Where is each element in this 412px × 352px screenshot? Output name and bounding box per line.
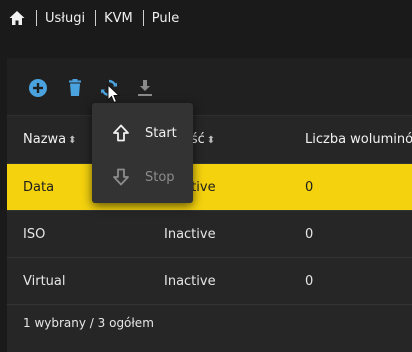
sort-icon: ⬍ (206, 135, 216, 146)
add-icon (29, 79, 47, 97)
delete-button[interactable] (65, 78, 85, 98)
table-row[interactable]: ISO Inactive 0 (7, 211, 412, 258)
pools-table: Nazwa⬍ wność⬍ Liczba woluminów Data Inac… (7, 116, 412, 305)
add-button[interactable] (28, 78, 48, 98)
breadcrumb-separator (95, 10, 97, 26)
cell-status: Inactive (164, 226, 216, 242)
toolbar (7, 58, 412, 116)
breadcrumb-item-kvm[interactable]: KVM (104, 11, 133, 26)
cell-name: Virtual (23, 273, 66, 289)
menu-item-stop[interactable]: Stop (92, 155, 193, 199)
table-row[interactable]: Data Inactive 0 (7, 164, 412, 211)
download-icon (138, 80, 152, 96)
cell-status: Inactive (164, 273, 216, 289)
refresh-dropdown-menu: Start Stop (92, 103, 193, 203)
arrow-up-icon (112, 124, 130, 142)
breadcrumb: Usługi KVM Pule (0, 0, 412, 36)
cell-volumes: 0 (305, 179, 314, 195)
mouse-cursor-icon (107, 84, 121, 104)
selection-summary: 1 wybrany / 3 ogółem (23, 316, 154, 330)
menu-item-start[interactable]: Start (92, 111, 193, 155)
table-header: Nazwa⬍ wność⬍ Liczba woluminów (7, 116, 412, 164)
breadcrumb-item-uslugi[interactable]: Usługi (45, 11, 85, 26)
trash-icon (69, 79, 81, 96)
breadcrumb-item-pule: Pule (151, 10, 180, 26)
cell-name: ISO (23, 226, 46, 242)
arrow-down-icon (112, 168, 130, 186)
column-header-volumes[interactable]: Liczba woluminów (305, 132, 412, 147)
sort-icon: ⬍ (68, 135, 77, 146)
column-header-name[interactable]: Nazwa ⬍ (23, 132, 77, 147)
cell-volumes: 0 (305, 273, 314, 289)
table-row[interactable]: Virtual Inactive 0 (7, 258, 412, 305)
download-button[interactable] (135, 78, 155, 98)
cell-name: Data (23, 179, 55, 195)
home-icon[interactable] (8, 9, 26, 27)
pools-panel: Nazwa⬍ wność⬍ Liczba woluminów Data Inac… (7, 58, 412, 352)
breadcrumb-separator (36, 10, 37, 26)
breadcrumb-separator (142, 10, 144, 26)
cell-volumes: 0 (305, 226, 314, 242)
